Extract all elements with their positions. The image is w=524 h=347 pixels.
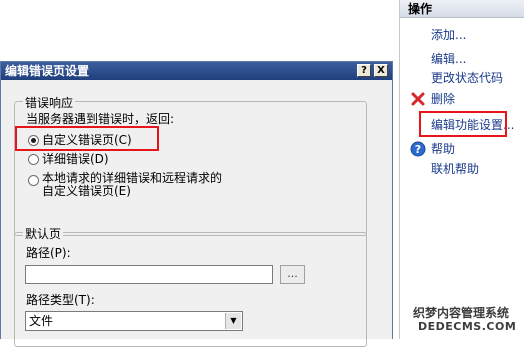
- chevron-down-icon[interactable]: ▼: [225, 313, 241, 329]
- action-online-help[interactable]: 联机帮助: [431, 161, 479, 177]
- browse-button[interactable]: ...: [280, 265, 305, 284]
- radio-detailed-local-label-line2[interactable]: 自定义错误页(E): [42, 182, 131, 199]
- action-change-status-code[interactable]: 更改状态代码: [431, 70, 503, 86]
- radio-detailed-errors-label[interactable]: 详细错误(D): [42, 150, 109, 167]
- highlight-custom-error-pages: [15, 126, 159, 151]
- svg-text:?: ?: [415, 143, 421, 156]
- help-button[interactable]: ?: [357, 64, 371, 77]
- actions-pane: 操作 添加... 编辑... 更改状态代码 删除 编辑功能设置... ? 帮助 …: [399, 0, 524, 339]
- path-input[interactable]: [25, 265, 273, 284]
- close-button[interactable]: X: [374, 64, 388, 77]
- action-help[interactable]: 帮助: [431, 141, 455, 157]
- edit-error-pages-dialog: 编辑错误页设置 ? X 错误响应 当服务器遇到错误时，返回: 自定义错误页(C)…: [0, 61, 393, 347]
- action-add[interactable]: 添加...: [431, 27, 466, 43]
- action-edit[interactable]: 编辑...: [431, 51, 466, 67]
- action-delete[interactable]: 删除: [431, 91, 455, 107]
- help-icon: ?: [410, 141, 426, 157]
- radio-detailed-local-custom-remote[interactable]: [28, 175, 39, 186]
- watermark-text: 织梦内容管理系统: [413, 306, 510, 320]
- dialog-title: 编辑错误页设置: [1, 62, 392, 80]
- watermark-domain: DEDECMS.COM: [418, 320, 517, 333]
- error-response-prompt: 当服务器遇到错误时，返回:: [26, 112, 175, 126]
- error-response-legend: 错误响应: [23, 94, 76, 111]
- default-page-legend: 默认页: [23, 225, 64, 242]
- delete-x-icon: [410, 91, 426, 107]
- path-type-label: 路径类型(T):: [26, 293, 95, 307]
- radio-detailed-errors[interactable]: [28, 154, 39, 165]
- actions-pane-title: 操作: [400, 0, 524, 18]
- highlight-edit-feature-settings: [419, 111, 507, 137]
- path-type-value: 文件: [29, 314, 54, 328]
- path-type-select[interactable]: 文件 ▼: [25, 311, 243, 331]
- path-label: 路径(P):: [26, 246, 71, 260]
